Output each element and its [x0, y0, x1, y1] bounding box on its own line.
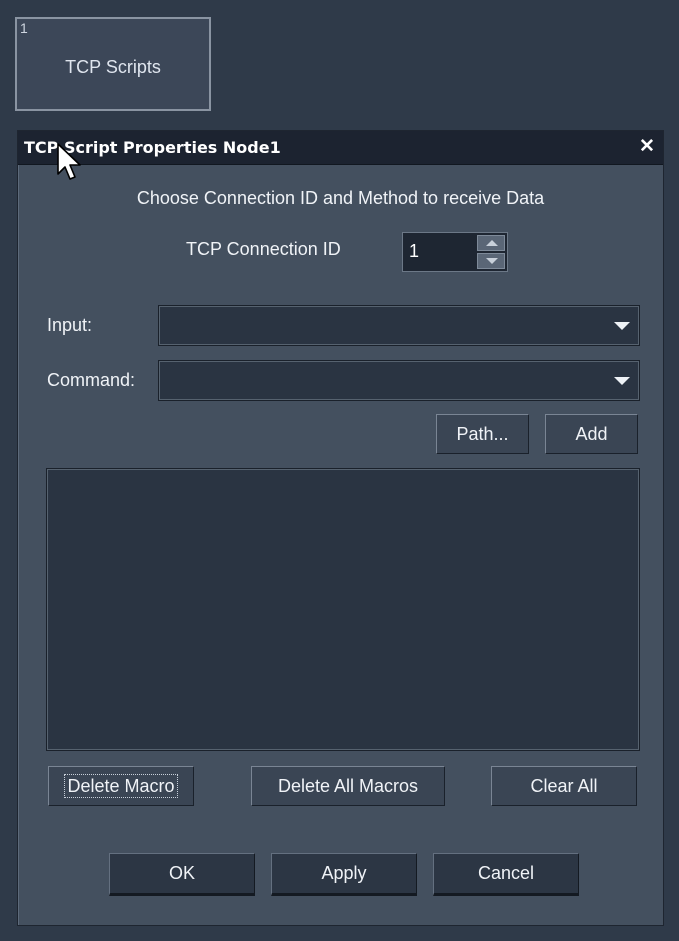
chevron-down-icon — [486, 258, 498, 264]
path-button[interactable]: Path... — [436, 414, 529, 454]
spinner-up-button[interactable] — [477, 235, 505, 251]
chevron-down-icon — [614, 377, 630, 385]
chevron-down-icon — [614, 322, 630, 330]
connection-id-spinner[interactable]: 1 — [402, 232, 508, 272]
input-label: Input: — [47, 315, 93, 335]
cancel-button[interactable]: Cancel — [433, 853, 579, 896]
connection-id-label: TCP Connection ID — [186, 239, 341, 259]
delete-all-macros-button[interactable]: Delete All Macros — [251, 766, 445, 806]
chevron-up-icon — [486, 240, 498, 246]
dialog-titlebar[interactable]: TCP Script Properties Node1 ✕ — [18, 131, 663, 165]
delete-macro-button[interactable]: Delete Macro — [48, 766, 194, 806]
node-number: 1 — [20, 20, 28, 36]
close-icon[interactable]: ✕ — [637, 137, 657, 157]
command-label: Command: — [47, 370, 136, 390]
connection-id-value[interactable]: 1 — [409, 241, 419, 262]
apply-button[interactable]: Apply — [271, 853, 417, 896]
ok-button[interactable]: OK — [109, 853, 255, 896]
input-dropdown-arrow[interactable] — [608, 309, 636, 342]
command-dropdown[interactable] — [158, 360, 640, 401]
node-tile-tcp-scripts[interactable]: 1 TCP Scripts — [15, 17, 211, 111]
instruction-text: Choose Connection ID and Method to recei… — [136, 188, 545, 208]
clear-all-button[interactable]: Clear All — [491, 766, 637, 806]
add-button[interactable]: Add — [545, 414, 638, 454]
spinner-down-button[interactable] — [477, 253, 505, 269]
macro-list[interactable] — [46, 468, 640, 751]
command-dropdown-arrow[interactable] — [608, 364, 636, 397]
delete-macro-label: Delete Macro — [64, 774, 178, 798]
spinner-buttons — [477, 235, 505, 269]
tcp-script-properties-dialog: TCP Script Properties Node1 ✕ Choose Con… — [17, 130, 664, 926]
input-dropdown[interactable] — [158, 305, 640, 346]
mouse-pointer-icon — [57, 143, 81, 180]
node-title: TCP Scripts — [65, 57, 161, 77]
